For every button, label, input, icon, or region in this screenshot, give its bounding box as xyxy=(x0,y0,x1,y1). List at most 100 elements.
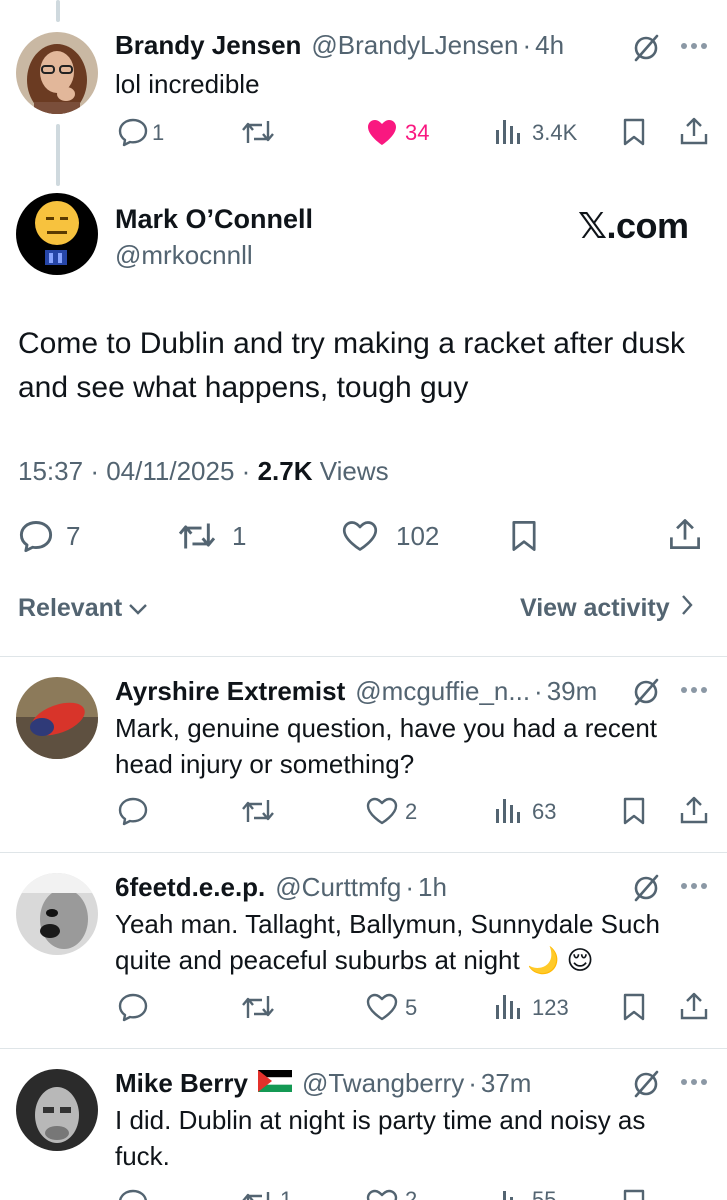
repost-icon[interactable] xyxy=(176,519,218,553)
tweet-meta: 15:37 · 04/11/2025 · 2.7K Views xyxy=(18,456,389,487)
grok-icon[interactable] xyxy=(630,1068,662,1100)
user-handle[interactable]: @BrandyLJensen xyxy=(311,30,518,61)
tweet-date[interactable]: 04/11/2025 xyxy=(106,456,234,486)
repost-count: 1 xyxy=(280,1187,293,1200)
views-icon[interactable] xyxy=(494,1189,522,1200)
share-icon[interactable] xyxy=(679,991,709,1021)
like-icon-filled[interactable] xyxy=(366,118,398,146)
grok-icon[interactable] xyxy=(630,32,662,64)
like-icon[interactable] xyxy=(366,1189,398,1200)
avatar[interactable] xyxy=(16,1069,98,1151)
x-logo-watermark: 𝕏.com xyxy=(578,205,689,246)
timestamp[interactable]: 39m xyxy=(547,676,598,707)
display-name[interactable]: Mike Berry xyxy=(115,1068,248,1099)
separator-dot: · xyxy=(90,456,99,486)
like-icon[interactable] xyxy=(342,520,378,552)
display-name[interactable]: Mark O’Connell xyxy=(115,204,313,235)
views-icon[interactable] xyxy=(494,118,522,146)
reply-icon[interactable] xyxy=(117,796,149,826)
view-activity-link[interactable]: View activity xyxy=(520,594,694,623)
views-count: 3.4K xyxy=(532,120,578,145)
display-name[interactable]: 6feetd.e.e.p. xyxy=(115,872,265,903)
separator-dot: · xyxy=(534,676,543,706)
like-count: 2 xyxy=(405,799,418,824)
timestamp[interactable]: 37m xyxy=(481,1068,532,1099)
tweet-text-line: fuck. xyxy=(115,1141,170,1171)
repost-icon[interactable] xyxy=(240,1188,276,1200)
display-name[interactable]: Ayrshire Extremist xyxy=(115,676,345,707)
timestamp[interactable]: 1h xyxy=(418,872,447,903)
avatar[interactable] xyxy=(16,873,98,955)
user-handle[interactable]: @Twangberry xyxy=(302,1068,464,1099)
repost-icon[interactable] xyxy=(240,992,276,1022)
tweet-text-line: Mark, genuine question, have you had a r… xyxy=(115,713,658,743)
repost-count: 1 xyxy=(232,521,247,551)
reply-icon[interactable] xyxy=(117,1188,149,1200)
separator-dot: · xyxy=(468,1068,477,1098)
tweet-time[interactable]: 15:37 xyxy=(18,456,83,486)
grok-icon[interactable] xyxy=(630,872,662,904)
views-icon[interactable] xyxy=(494,993,522,1021)
repost-icon[interactable] xyxy=(240,117,276,147)
views-icon[interactable] xyxy=(494,797,522,825)
like-count: 34 xyxy=(405,120,430,145)
bookmark-icon[interactable] xyxy=(622,796,646,826)
user-handle[interactable]: @mrkocnnll xyxy=(115,240,253,271)
bookmark-icon[interactable] xyxy=(510,519,538,553)
divider xyxy=(0,1048,727,1049)
thread-line xyxy=(56,0,60,22)
reply-icon[interactable] xyxy=(117,117,149,147)
like-count: 102 xyxy=(396,521,440,551)
timestamp[interactable]: 4h xyxy=(535,30,564,61)
chevron-right-icon xyxy=(680,594,694,623)
separator-dot: · xyxy=(522,30,532,60)
tweet-text-line: head injury or something? xyxy=(115,749,415,779)
bookmark-icon[interactable] xyxy=(622,992,646,1022)
tweet-text-line: Yeah man. Tallaght, Ballymun, Sunnydale … xyxy=(115,909,660,939)
display-name[interactable]: Brandy Jensen xyxy=(115,30,301,61)
repost-icon[interactable] xyxy=(240,796,276,826)
views-count: 55 xyxy=(532,1187,557,1200)
tweet-text: Come to Dublin and try making a racket a… xyxy=(18,327,685,404)
reply-icon[interactable] xyxy=(18,519,54,553)
views-count: 63 xyxy=(532,799,557,824)
more-options-icon[interactable] xyxy=(680,1078,708,1086)
tweet-header: Ayrshire Extremist @mcguffie_n... · 39m xyxy=(115,676,597,707)
view-activity-label: View activity xyxy=(520,594,670,622)
reply-count: 1 xyxy=(152,120,165,145)
like-count: 2 xyxy=(405,1187,418,1200)
more-options-icon[interactable] xyxy=(680,42,708,50)
grok-icon[interactable] xyxy=(630,676,662,708)
tweet-header: 6feetd.e.e.p. @Curttmfg · 1h xyxy=(115,872,447,903)
bookmark-icon[interactable] xyxy=(622,117,646,147)
tweet-text-line: I did. Dublin at night is party time and… xyxy=(115,1105,646,1135)
like-icon[interactable] xyxy=(366,993,398,1021)
more-options-icon[interactable] xyxy=(680,882,708,890)
chevron-down-icon xyxy=(128,594,148,623)
tweet-text: lol incredible xyxy=(115,69,260,99)
like-count: 5 xyxy=(405,995,418,1020)
avatar[interactable] xyxy=(16,32,98,114)
reply-count: 7 xyxy=(66,521,81,551)
tweet-header: Brandy Jensen @BrandyLJensen · 4h xyxy=(115,30,564,61)
share-icon[interactable] xyxy=(679,795,709,825)
user-handle[interactable]: @Curttmfg xyxy=(275,872,401,903)
avatar[interactable] xyxy=(16,677,98,759)
bookmark-icon[interactable] xyxy=(622,1188,646,1200)
avatar[interactable] xyxy=(16,193,98,275)
share-icon[interactable] xyxy=(679,116,709,146)
divider xyxy=(0,656,727,657)
sort-dropdown[interactable]: Relevant xyxy=(18,594,148,623)
more-options-icon[interactable] xyxy=(680,686,708,694)
sort-label: Relevant xyxy=(18,594,123,622)
like-icon[interactable] xyxy=(366,797,398,825)
reply-icon[interactable] xyxy=(117,992,149,1022)
thread-line xyxy=(56,124,60,186)
views-label: Views xyxy=(319,456,389,486)
user-handle[interactable]: @mcguffie_n... xyxy=(355,676,530,707)
palestine-flag-icon xyxy=(257,1068,292,1099)
share-icon[interactable] xyxy=(668,517,702,551)
views-count[interactable]: 2.7K xyxy=(258,456,313,486)
views-count: 123 xyxy=(532,995,569,1020)
separator-dot: · xyxy=(405,872,415,902)
